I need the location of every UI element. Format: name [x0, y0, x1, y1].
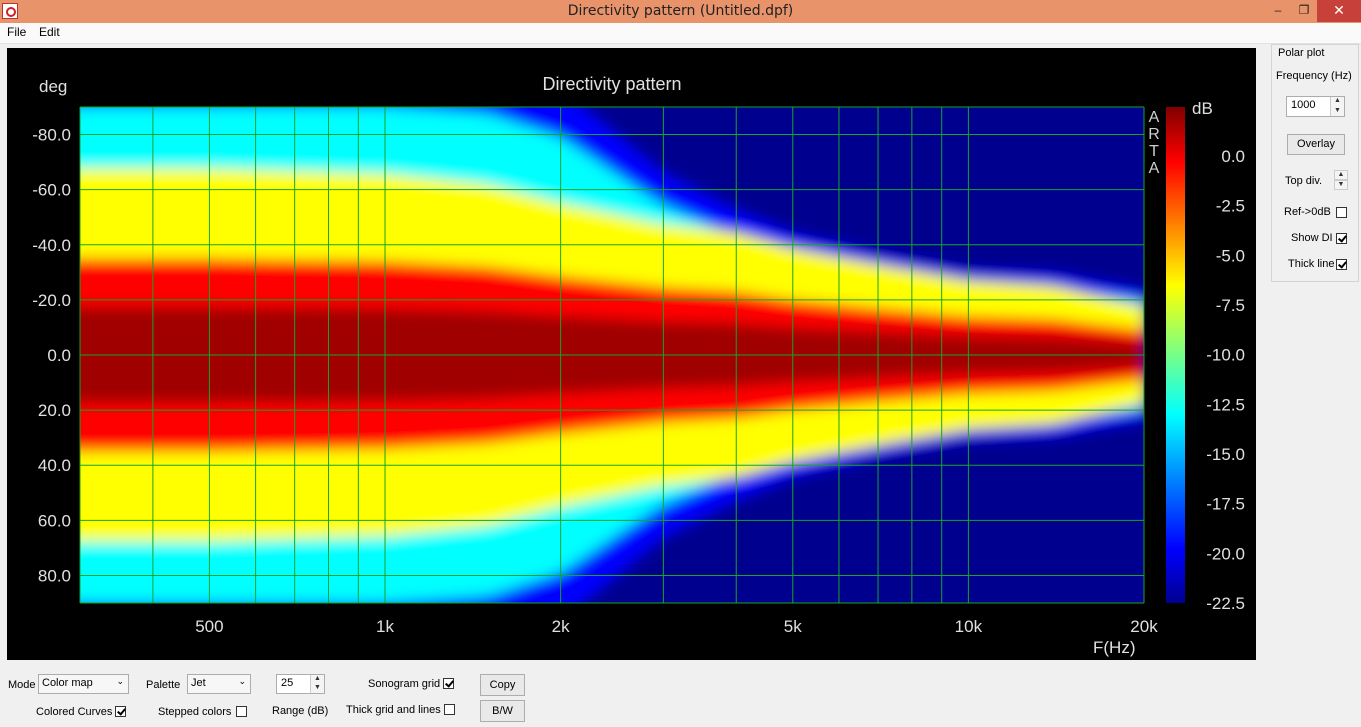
watermark-letter: A — [1149, 109, 1160, 126]
palette-value: Jet — [191, 677, 206, 689]
palette-label: Palette — [146, 679, 181, 691]
top-div-label: Top div. — [1285, 175, 1323, 187]
mode-label: Mode — [8, 679, 36, 691]
menu-file[interactable]: File — [7, 25, 26, 39]
close-button[interactable]: ✕ — [1317, 0, 1361, 22]
colorbar-tick-label: -17.5 — [1206, 495, 1245, 514]
thick-line-checkbox[interactable] — [1336, 259, 1347, 270]
colored-curves-checkbox[interactable] — [115, 706, 126, 717]
y-tick-label: 0.0 — [47, 346, 71, 365]
colorbar-tick-label: -5.0 — [1216, 246, 1245, 265]
x-tick-label: 5k — [784, 617, 802, 636]
show-di-label: Show DI — [1291, 232, 1333, 244]
range-label: Range (dB) — [272, 705, 329, 717]
watermark-letter: T — [1149, 143, 1159, 160]
spin-up-icon[interactable]: ▲ — [1330, 97, 1344, 107]
colorbar-tick-label: -10.0 — [1206, 346, 1245, 365]
colorbar-tick-label: -12.5 — [1206, 395, 1245, 414]
overlay-button[interactable]: Overlay — [1287, 134, 1345, 155]
y-tick-label: 60.0 — [38, 511, 71, 530]
arta-watermark: ARTA — [1148, 109, 1160, 177]
stepped-colors-label: Stepped colors — [158, 706, 232, 718]
watermark-letter: A — [1149, 160, 1160, 177]
ref-0db-label: Ref->0dB — [1284, 206, 1331, 218]
top-div-spinner[interactable]: ▲ ▼ — [1333, 170, 1348, 190]
colorbar-unit: dB — [1192, 99, 1213, 118]
range-value: 25 — [281, 677, 294, 689]
y-tick-labels: -80.0 -60.0 -40.0 -20.0 0.0 20.0 40.0 60.0 80.0 — [32, 126, 71, 586]
chart-title: Directivity pattern — [542, 74, 681, 94]
colorbar-tick-label: -7.5 — [1216, 296, 1245, 315]
sonogram-grid-label: Sonogram grid — [368, 678, 441, 690]
watermark-letter: R — [1148, 126, 1160, 143]
title-bar: Directivity pattern (Untitled.dpf) – ❐ ✕ — [0, 0, 1361, 23]
colorbar-tick-label: -22.5 — [1206, 594, 1245, 613]
y-tick-label: 20.0 — [38, 401, 71, 420]
directivity-chart-svg: Directivity pattern deg F(Hz) -80.0 -60.0… — [32, 74, 1245, 657]
show-di-checkbox[interactable] — [1336, 233, 1347, 244]
x-tick-labels: 500 1k 2k 5k 10k 20k — [195, 617, 1158, 636]
y-tick-label: -60.0 — [32, 181, 71, 200]
x-tick-label: 1k — [376, 617, 394, 636]
mode-value: Color map — [42, 677, 93, 689]
x-tick-label: 2k — [552, 617, 570, 636]
thick-line-label: Thick line — [1288, 258, 1335, 270]
thick-grid-label: Thick grid and lines — [346, 704, 441, 716]
thick-grid-checkbox[interactable] — [444, 704, 455, 715]
x-tick-label: 500 — [195, 617, 223, 636]
spin-up-icon[interactable]: ▲ — [1334, 170, 1348, 180]
x-tick-label: 10k — [955, 617, 983, 636]
frequency-label: Frequency (Hz) — [1276, 70, 1352, 82]
y-axis-label: deg — [39, 77, 67, 96]
chevron-down-icon: ⌄ — [116, 676, 124, 686]
directivity-plot[interactable]: Directivity pattern deg F(Hz) -80.0 -60.0… — [7, 48, 1256, 660]
sonogram-grid-checkbox[interactable] — [443, 678, 454, 689]
y-tick-label: -40.0 — [32, 236, 71, 255]
colored-curves-label: Colored Curves — [36, 706, 113, 718]
polar-plot-label: Polar plot — [1278, 47, 1325, 59]
spin-down-icon[interactable]: ▼ — [1330, 106, 1344, 116]
palette-select[interactable]: Jet ⌄ — [187, 674, 251, 694]
spin-down-icon[interactable]: ▼ — [310, 684, 324, 693]
menu-bar: File Edit — [0, 23, 1361, 44]
frequency-spinner[interactable]: 1000 ▲ ▼ — [1286, 96, 1345, 117]
y-tick-label: -20.0 — [32, 291, 71, 310]
colorbar-tick-label: 0.0 — [1221, 147, 1245, 166]
spin-up-icon[interactable]: ▲ — [310, 675, 324, 684]
y-tick-label: -80.0 — [32, 126, 71, 145]
polar-plot-group: Polar plot Frequency (Hz) 1000 ▲ ▼ Overl… — [1271, 44, 1359, 282]
y-tick-label: 80.0 — [38, 566, 71, 585]
spin-down-icon[interactable]: ▼ — [1334, 180, 1348, 190]
colorbar — [1166, 107, 1185, 603]
y-tick-label: 40.0 — [38, 456, 71, 475]
range-spinner[interactable]: 25 ▲ ▼ — [276, 674, 325, 694]
window-title: Directivity pattern (Untitled.dpf) — [567, 3, 794, 19]
stepped-colors-checkbox[interactable] — [236, 706, 247, 717]
bw-button[interactable]: B/W — [480, 700, 525, 722]
colorbar-tick-label: -2.5 — [1216, 197, 1245, 216]
chevron-down-icon: ⌄ — [238, 676, 246, 686]
ref-0db-checkbox[interactable] — [1336, 207, 1347, 218]
colorbar-tick-labels: 0.0 -2.5 -5.0 -7.5 -10.0 -12.5 -15.0 -17.5 -20.0… — [1206, 147, 1245, 613]
frequency-value: 1000 — [1291, 99, 1316, 111]
colorbar-tick-label: -20.0 — [1206, 544, 1245, 563]
mode-select[interactable]: Color map ⌄ — [38, 674, 129, 694]
x-axis-label: F(Hz) — [1093, 638, 1135, 657]
colorbar-tick-label: -15.0 — [1206, 445, 1245, 464]
menu-edit[interactable]: Edit — [39, 25, 60, 39]
copy-button[interactable]: Copy — [480, 674, 525, 696]
minimize-button[interactable]: – — [1265, 0, 1291, 22]
x-tick-label: 20k — [1130, 617, 1158, 636]
maximize-button[interactable]: ❐ — [1291, 0, 1317, 22]
